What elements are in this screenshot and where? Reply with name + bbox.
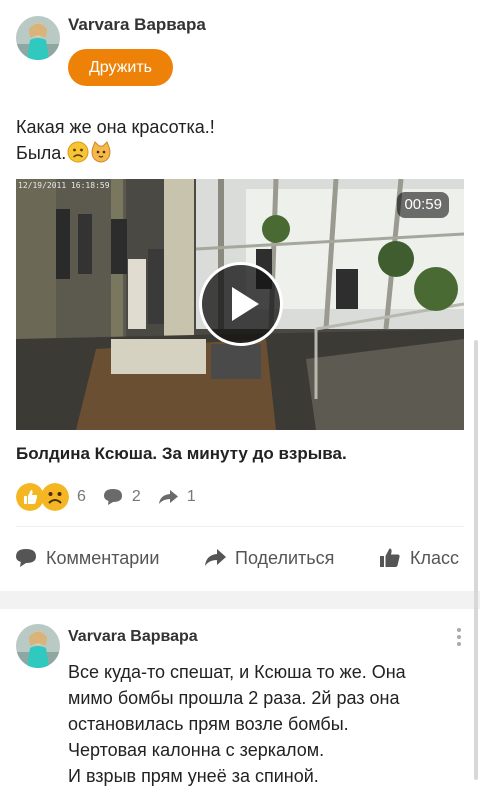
divider: [16, 526, 464, 527]
speech-bubble-icon: [16, 549, 36, 567]
more-vertical-icon[interactable]: [456, 627, 462, 647]
comment-text-line: остановилась прям возле бомбы.: [68, 714, 349, 734]
author-avatar[interactable]: [16, 16, 60, 60]
comment-text-line: Все куда-то спешат, и Ксюша то же. Она: [68, 662, 406, 682]
camera-timestamp: 12/19/2011 16:18:59: [18, 181, 110, 190]
shares-count[interactable]: 1: [187, 488, 196, 506]
like-button[interactable]: Класс: [378, 544, 459, 572]
play-button[interactable]: [199, 262, 283, 346]
add-friend-button[interactable]: Дружить: [68, 49, 173, 86]
comment-author-name[interactable]: Varvara Варвара: [68, 628, 198, 646]
feed-post: Varvara Варвара Дружить Какая же она кра…: [0, 0, 480, 591]
speech-bubble-icon: [103, 489, 122, 505]
reactions-count[interactable]: 6: [77, 488, 86, 506]
play-icon: [232, 287, 259, 321]
share-arrow-icon: [205, 549, 226, 566]
video-duration: 00:59: [397, 192, 449, 218]
thumbs-up-icon[interactable]: [16, 483, 44, 511]
like-label: Класс: [410, 547, 459, 568]
comment-text-line: И взрыв прям унеё за спиной.: [68, 766, 319, 786]
video-player[interactable]: 12/19/2011 16:18:59 00:59: [16, 179, 464, 430]
video-title[interactable]: Болдина Ксюша. За минуту до взрыва.: [16, 444, 347, 464]
sad-face-icon[interactable]: [41, 483, 69, 511]
post-text-line-with-emoji: Была.: [16, 140, 215, 166]
comment-author-avatar[interactable]: [16, 624, 60, 668]
share-arrow-icon: [158, 490, 178, 504]
cat-emoji: [91, 141, 111, 163]
post-text-line: Была.: [16, 143, 67, 163]
comment-text: Все куда-то спешат, и Ксюша то же. Она м…: [68, 659, 406, 789]
scrollbar[interactable]: [474, 340, 478, 780]
post-text-line: Какая же она красотка.!: [16, 117, 215, 137]
comment-text-line: мимо бомбы прошла 2 раза. 2й раз она: [68, 688, 400, 708]
share-button[interactable]: Поделиться: [203, 544, 334, 572]
sad-face-emoji: [67, 141, 89, 163]
post-actions: Комментарии Поделиться Класс: [0, 544, 480, 572]
thumbs-up-icon: [380, 548, 400, 567]
comments-count[interactable]: 2: [132, 488, 141, 506]
feed-separator: [0, 591, 480, 609]
share-label: Поделиться: [235, 547, 335, 568]
comments-label: Комментарии: [46, 547, 160, 568]
post-stats: 6 2 1: [16, 483, 212, 511]
comments-button[interactable]: Комментарии: [14, 544, 159, 572]
post-text: Какая же она красотка.! Была.: [16, 114, 215, 166]
comment-item: Varvara Варвара Все куда-то спешат, и Кс…: [0, 609, 480, 791]
comment-text-line: Чертовая калонна с зеркалом.: [68, 740, 325, 760]
author-name[interactable]: Varvara Варвара: [68, 15, 206, 35]
